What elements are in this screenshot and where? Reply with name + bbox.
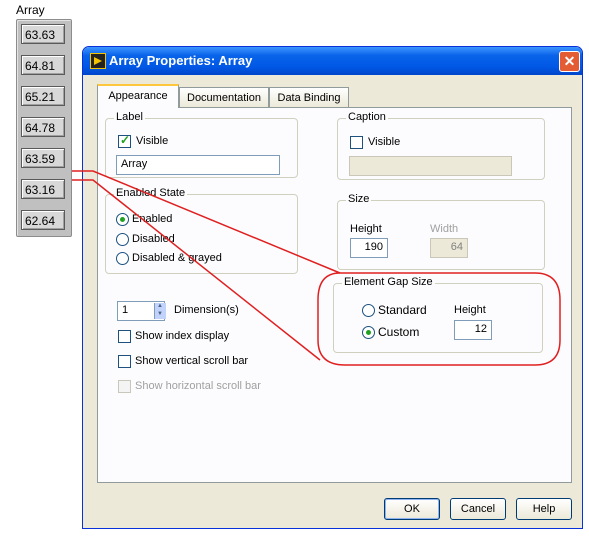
array-properties-dialog: Array Properties: Array ✕ Appearance Doc… xyxy=(82,46,583,529)
label-visible-text: Visible xyxy=(136,135,169,147)
array-element[interactable]: 65.21 xyxy=(21,86,65,106)
caption-visible-checkbox[interactable] xyxy=(350,136,363,149)
size-width-field[interactable]: 64 xyxy=(430,238,468,258)
title-bar[interactable]: Array Properties: Array ✕ xyxy=(83,47,582,75)
array-element[interactable]: 63.63 xyxy=(21,24,65,44)
show-horizontal-scroll-bar-label: Show horizontal scroll bar xyxy=(135,380,261,392)
dimensions-label: Dimension(s) xyxy=(174,304,239,316)
array-element[interactable]: 64.78 xyxy=(21,117,65,137)
array-element[interactable]: 64.81 xyxy=(21,55,65,75)
caption-group-title: Caption xyxy=(346,111,388,123)
label-visible-checkbox[interactable] xyxy=(118,133,131,148)
standard-radio[interactable] xyxy=(362,304,375,317)
enabled-state-title: Enabled State xyxy=(114,187,188,199)
cancel-button[interactable]: Cancel xyxy=(450,498,506,520)
spin-arrows-icon[interactable] xyxy=(154,303,166,319)
tab-appearance[interactable]: Appearance xyxy=(97,84,179,108)
element-gap-group: Element Gap Size Standard Custom Height … xyxy=(333,276,543,353)
label-group-title: Label xyxy=(114,111,145,123)
caption-visible-text: Visible xyxy=(368,136,401,148)
close-button[interactable]: ✕ xyxy=(559,51,580,72)
caption-text-field[interactable] xyxy=(349,156,512,176)
dialog-body: Appearance Documentation Data Binding La… xyxy=(87,75,578,526)
show-index-display-checkbox[interactable] xyxy=(118,330,131,343)
labview-icon xyxy=(90,53,106,69)
dimensions-value: 1 xyxy=(122,304,129,316)
custom-radio-label: Custom xyxy=(378,325,420,339)
array-control[interactable]: 63.63 64.81 65.21 64.78 63.59 63.16 62.6… xyxy=(16,19,72,237)
disabled-grayed-radio-label: Disabled & grayed xyxy=(132,252,222,264)
tab-documentation[interactable]: Documentation xyxy=(179,87,269,107)
label-group: Label Visible Array xyxy=(105,111,298,178)
size-width-label: Width xyxy=(430,223,459,235)
array-label: Array xyxy=(16,3,45,17)
array-element[interactable]: 63.59 xyxy=(21,148,65,168)
disabled-radio[interactable] xyxy=(116,233,129,246)
disabled-radio-label: Disabled xyxy=(132,233,175,245)
enabled-state-group: Enabled State Enabled Disabled Disabled … xyxy=(105,187,298,274)
enabled-radio-label: Enabled xyxy=(132,213,173,225)
tab-data-binding[interactable]: Data Binding xyxy=(269,87,349,107)
dialog-title: Array Properties: Array xyxy=(109,53,253,68)
gap-height-field[interactable]: 12 xyxy=(454,320,492,340)
custom-radio[interactable] xyxy=(362,326,375,339)
help-button[interactable]: Help xyxy=(516,498,572,520)
disabled-grayed-radio[interactable] xyxy=(116,252,129,265)
show-horizontal-scroll-bar-checkbox[interactable] xyxy=(118,380,131,393)
gap-height-label: Height xyxy=(454,304,486,316)
array-element[interactable]: 63.16 xyxy=(21,179,65,199)
element-gap-title: Element Gap Size xyxy=(342,276,435,288)
show-index-display-label: Show index display xyxy=(135,330,230,342)
enabled-radio[interactable] xyxy=(116,213,129,226)
size-height-label: Height xyxy=(350,223,382,235)
label-text-field[interactable]: Array xyxy=(116,155,280,175)
standard-radio-label: Standard xyxy=(378,303,427,317)
array-element[interactable]: 62.64 xyxy=(21,210,65,230)
caption-group: Caption Visible xyxy=(337,111,545,180)
dimensions-stepper[interactable]: 1 xyxy=(117,301,166,321)
ok-button[interactable]: OK xyxy=(384,498,440,520)
show-vertical-scroll-bar-label: Show vertical scroll bar xyxy=(135,355,249,367)
size-group-title: Size xyxy=(346,193,372,205)
size-height-field[interactable]: 190 xyxy=(350,238,388,258)
size-group: Size Height 190 Width 64 xyxy=(337,193,545,270)
show-vertical-scroll-bar-checkbox[interactable] xyxy=(118,355,131,368)
